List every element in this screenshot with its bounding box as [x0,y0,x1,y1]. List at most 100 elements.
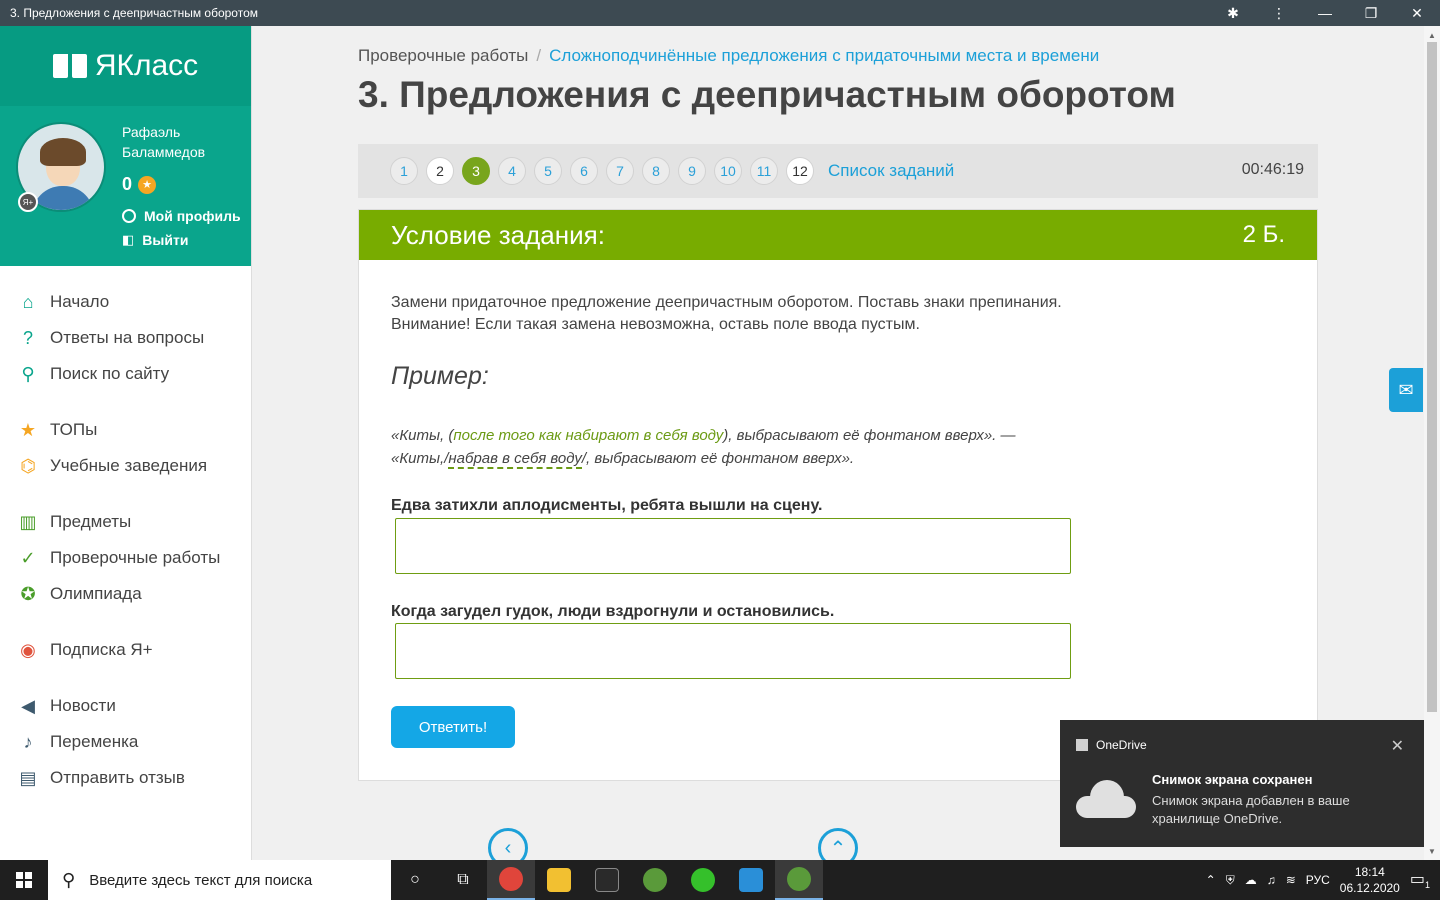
submit-answer-button[interactable]: Ответить! [391,706,515,748]
ya-plus-badge: Я+ [18,192,38,212]
chrome-app-icon[interactable] [487,860,535,900]
scroll-thumb[interactable] [1427,42,1437,712]
task-number-8[interactable]: 8 [642,157,670,185]
sidebar-item-label: Переменка [50,732,139,751]
restore-button[interactable]: ❐ [1348,0,1394,26]
sidebar-item-search[interactable]: ⚲ Поиск по сайту [0,356,251,392]
home-icon: ⌂ [22,291,34,312]
cloud-icon [1076,780,1136,818]
my-profile-link[interactable]: Мой профиль [122,208,241,224]
sidebar-item-label: Учебные заведения [50,456,208,475]
answer-input-2[interactable] [395,623,1071,679]
sidebar-item-label: Подписка Я+ [50,640,153,659]
search-icon: ⚲ [62,869,76,890]
task-number-5[interactable]: 5 [534,157,562,185]
sidebar-item-feedback[interactable]: ▤ Отправить отзыв [0,760,251,796]
sidebar: ЯКласс Я+ Рафаэль Баламмедов 0 ★ Мой про… [0,26,252,860]
sidebar-item-label: Проверочные работы [50,548,221,567]
sidebar-item-label: Новости [50,696,116,715]
start-button[interactable] [0,860,48,900]
scroll-up-arrow[interactable]: ▲ [1424,28,1440,42]
feedback-mail-tab[interactable]: ✉ [1389,368,1423,412]
scroll-down-arrow[interactable]: ▼ [1424,844,1440,858]
defender-icon[interactable]: ⛨ [1226,873,1235,888]
task-instruction: Замени придаточное предложение деепричас… [391,292,1062,336]
minimize-button[interactable]: — [1302,0,1348,26]
file-explorer-icon[interactable] [535,860,583,900]
clock[interactable]: 18:14 06.12.2020 [1340,864,1400,896]
onedrive-notification[interactable]: OneDrive ✕ Снимок экрана сохранен Снимок… [1060,720,1424,847]
task-list-link[interactable]: Список заданий [828,161,954,181]
onedrive-app-icon [1076,739,1088,751]
logout-icon: ◧ [122,232,135,247]
sidebar-item-institutions[interactable]: ⌬ Учебные заведения [0,448,251,484]
sidebar-item-home[interactable]: ⌂ Начало [0,284,251,320]
page-scrollbar[interactable]: ▲ ▼ [1424,26,1440,860]
question-1: Едва затихли аплодисменты, ребята вышли … [391,497,823,514]
site-logo[interactable]: ЯКласс [0,26,251,106]
clock-time: 18:14 [1354,865,1385,879]
xbox-icon[interactable] [631,860,679,900]
task-view-icon[interactable]: ⧉ [439,860,487,900]
sidebar-item-label: Предметы [50,512,132,531]
windows-logo-icon [16,872,32,888]
task-header: Условие задания: 2 Б. [359,210,1317,260]
task-header-title: Условие задания: [391,219,605,250]
task-number-11[interactable]: 11 [750,157,778,185]
logout-link[interactable]: ◧ Выйти [122,232,188,248]
wifi-icon[interactable]: ≋ [1286,873,1296,887]
action-center-icon[interactable]: ▭1 [1410,869,1430,890]
sidebar-item-label: Ответы на вопросы [50,328,205,347]
cortana-icon[interactable]: ○ [391,860,439,900]
task-number-3[interactable]: 3 [462,157,490,185]
fiddler-icon[interactable] [727,860,775,900]
nav-spacer [0,668,251,688]
logo-text: ЯКласс [94,49,199,82]
extensions-icon[interactable]: ✱ [1210,0,1256,26]
example-text-part: /, выбрасывают её фонтаном вверх». [581,450,855,467]
timer: 00:46:19 [1241,161,1304,178]
sidebar-item-olympiad[interactable]: ✪ Олимпиада [0,576,251,612]
task-number-4[interactable]: 4 [498,157,526,185]
menu-dots-icon[interactable]: ⋮ [1256,0,1302,26]
avatar-hair [40,138,86,166]
megaphone-icon: ◀ [21,695,35,716]
notification-close-icon[interactable]: ✕ [1391,736,1404,756]
language-indicator[interactable]: РУС [1306,873,1330,887]
answer-input-1[interactable] [395,518,1071,574]
task-number-10[interactable]: 10 [714,157,742,185]
task-number-2[interactable]: 2 [426,157,454,185]
task-number-7[interactable]: 7 [606,157,634,185]
institution-icon: ⌬ [20,455,36,476]
taskbar-search[interactable]: ⚲ Введите здесь текст для поиска [48,860,391,900]
onedrive-cloud-icon[interactable]: ☁ [1245,873,1257,887]
breadcrumb-current-link[interactable]: Сложноподчинённые предложения с придаточ… [549,46,1099,65]
avatar-body [32,186,94,210]
close-window-button[interactable]: ✕ [1394,0,1440,26]
sidebar-item-tops[interactable]: ★ ТОПы [0,412,251,448]
breadcrumb: Проверочные работы / Сложноподчинённые пре… [358,46,1099,66]
breadcrumb-root-link[interactable]: Проверочные работы [358,46,528,65]
taskbar-search-placeholder: Введите здесь текст для поиска [89,871,313,889]
sidebar-item-subscription[interactable]: ◉ Подписка Я+ [0,632,251,668]
chevron-up-icon[interactable]: ⌃ [1206,873,1216,887]
task-number-9[interactable]: 9 [678,157,706,185]
chrome-profile-app-icon[interactable] [775,860,823,900]
task-number-6[interactable]: 6 [570,157,598,185]
user-name[interactable]: Рафаэль Баламмедов [122,122,232,162]
notification-app: OneDrive [1076,738,1147,752]
epic-games-icon[interactable] [583,860,631,900]
example-heading: Пример: [391,362,489,390]
profile-panel: Я+ Рафаэль Баламмедов 0 ★ Мой профиль ◧ … [0,106,251,266]
sidebar-item-news[interactable]: ◀ Новости [0,688,251,724]
sidebar-item-answers[interactable]: ? Ответы на вопросы [0,320,251,356]
sidebar-item-subjects[interactable]: ▥ Предметы [0,504,251,540]
razer-icon[interactable] [679,860,727,900]
task-number-12[interactable]: 12 [786,157,814,185]
sidebar-item-label: Поиск по сайту [50,364,170,383]
sidebar-item-break[interactable]: ♪ Переменка [0,724,251,760]
logout-label: Выйти [142,232,189,248]
volume-icon[interactable]: ♫ [1267,873,1276,887]
task-number-1[interactable]: 1 [390,157,418,185]
sidebar-item-tests[interactable]: ✓ Проверочные работы [0,540,251,576]
